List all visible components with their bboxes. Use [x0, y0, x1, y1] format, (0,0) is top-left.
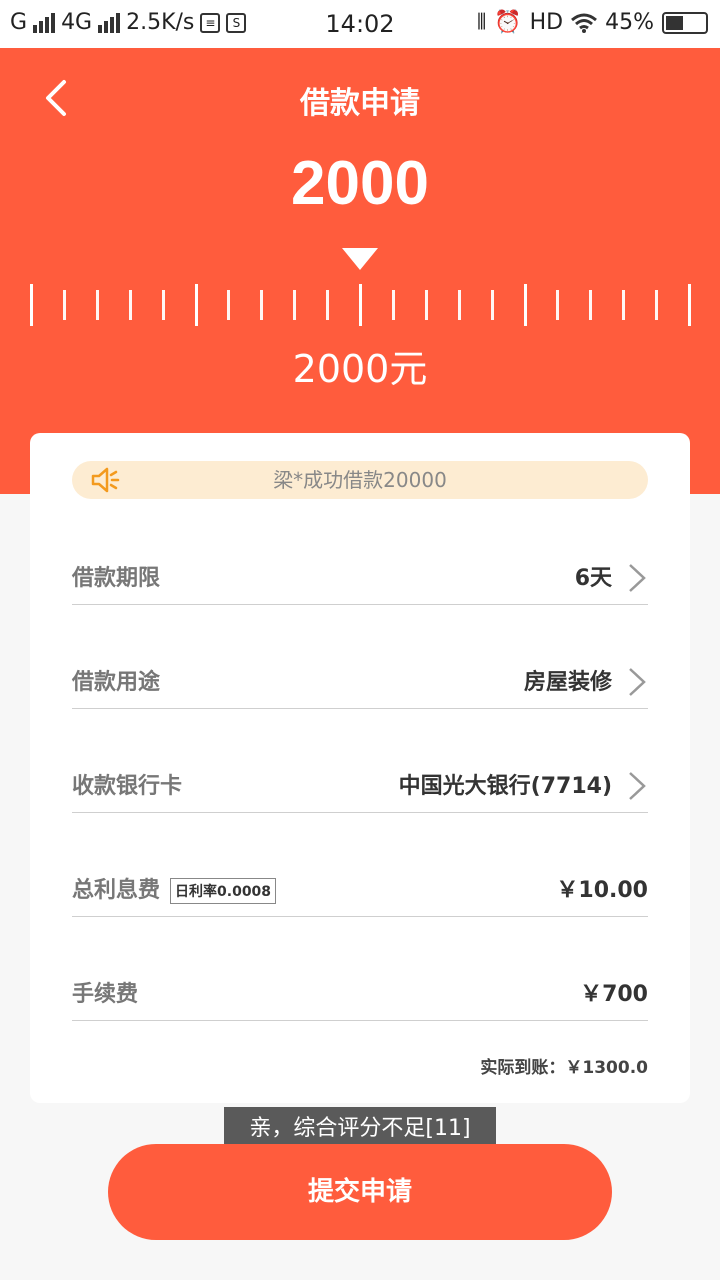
- chevron-right-icon: [629, 772, 646, 800]
- page-title: 借款申请: [300, 86, 420, 121]
- row-label: 借款期限: [72, 566, 161, 591]
- ruler-minor-tick: [556, 290, 560, 320]
- ruler-major-tick: [688, 284, 691, 326]
- ruler-major-tick: [30, 284, 33, 326]
- row-value: 6天: [574, 566, 612, 591]
- notice-text: 梁*成功借款20000: [273, 468, 447, 492]
- row-loan-term[interactable]: 借款期限 6天: [72, 501, 648, 605]
- battery-percent: 45%: [605, 10, 654, 35]
- loan-amount-display: 2000: [291, 149, 429, 218]
- ruler-minor-tick: [391, 290, 395, 320]
- ruler-minor-tick: [424, 290, 428, 320]
- row-label-text: 总利息费: [72, 878, 161, 903]
- row-value: ￥700: [580, 982, 648, 1007]
- ruler-major-tick: [359, 284, 362, 326]
- row-label: 借款用途: [72, 670, 161, 695]
- row-total-interest: 总利息费 日利率0.0008 ￥10.00: [72, 813, 648, 917]
- ruler-minor-tick: [260, 290, 264, 320]
- ruler-major-tick: [194, 284, 198, 326]
- loan-details-card: 梁*成功借款20000 借款期限 6天 借款用途 房屋装修 收款银行卡 中国光大…: [30, 433, 690, 1103]
- row-value: 房屋装修: [523, 670, 612, 695]
- ruler-major-tick: [523, 284, 527, 326]
- row-value: ￥10.00: [556, 878, 648, 903]
- status-bar: G 4G 2.5K/s ≡ S 14:02 ⫴ ⏰ HD 45%: [0, 0, 720, 48]
- row-bank-card[interactable]: 收款银行卡 中国光大银行(7714): [72, 709, 648, 813]
- ruler-minor-tick: [622, 290, 626, 320]
- notice-banner: 梁*成功借款20000: [72, 461, 648, 499]
- amount-ruler-slider[interactable]: [0, 284, 720, 330]
- ruler-minor-tick: [589, 290, 593, 320]
- hd-label: HD: [529, 10, 564, 35]
- status-right: ⫴ ⏰ HD 45%: [477, 10, 708, 35]
- row-label: 总利息费 日利率0.0008: [72, 872, 277, 904]
- amount-label: 2000元: [292, 347, 428, 391]
- ruler-minor-tick: [490, 290, 494, 320]
- wifi-icon: [571, 13, 598, 33]
- ruler-pointer-icon: [342, 248, 378, 270]
- speaker-icon: [91, 467, 120, 493]
- ruler-minor-tick: [161, 290, 165, 320]
- ruler-minor-tick: [326, 290, 330, 320]
- ruler-minor-tick: [227, 290, 231, 320]
- ruler-minor-tick: [128, 290, 132, 320]
- actual-received: 实际到账：￥1300.0: [480, 1058, 648, 1078]
- ruler-minor-tick: [62, 290, 66, 320]
- row-label: 手续费: [72, 982, 139, 1007]
- battery-icon: [662, 11, 708, 34]
- battery-fill: [666, 15, 683, 30]
- ruler-minor-tick: [457, 290, 461, 320]
- ruler-minor-tick: [655, 290, 659, 320]
- row-value: 中国光大银行(7714): [398, 774, 612, 799]
- chevron-right-icon: [629, 564, 646, 592]
- ruler-minor-tick: [293, 290, 297, 320]
- row-loan-purpose[interactable]: 借款用途 房屋装修: [72, 605, 648, 709]
- submit-button[interactable]: 提交申请: [108, 1144, 612, 1240]
- rate-badge: 日利率0.0008: [170, 878, 277, 904]
- row-label: 收款银行卡: [72, 774, 183, 799]
- row-service-fee: 手续费 ￥700: [72, 917, 648, 1021]
- chevron-right-icon: [629, 668, 646, 696]
- alarm-icon: ⏰: [494, 10, 522, 35]
- ruler-minor-tick: [95, 290, 99, 320]
- header: 借款申请 2000 2000元: [0, 48, 720, 494]
- vibrate-icon: ⫴: [476, 10, 487, 35]
